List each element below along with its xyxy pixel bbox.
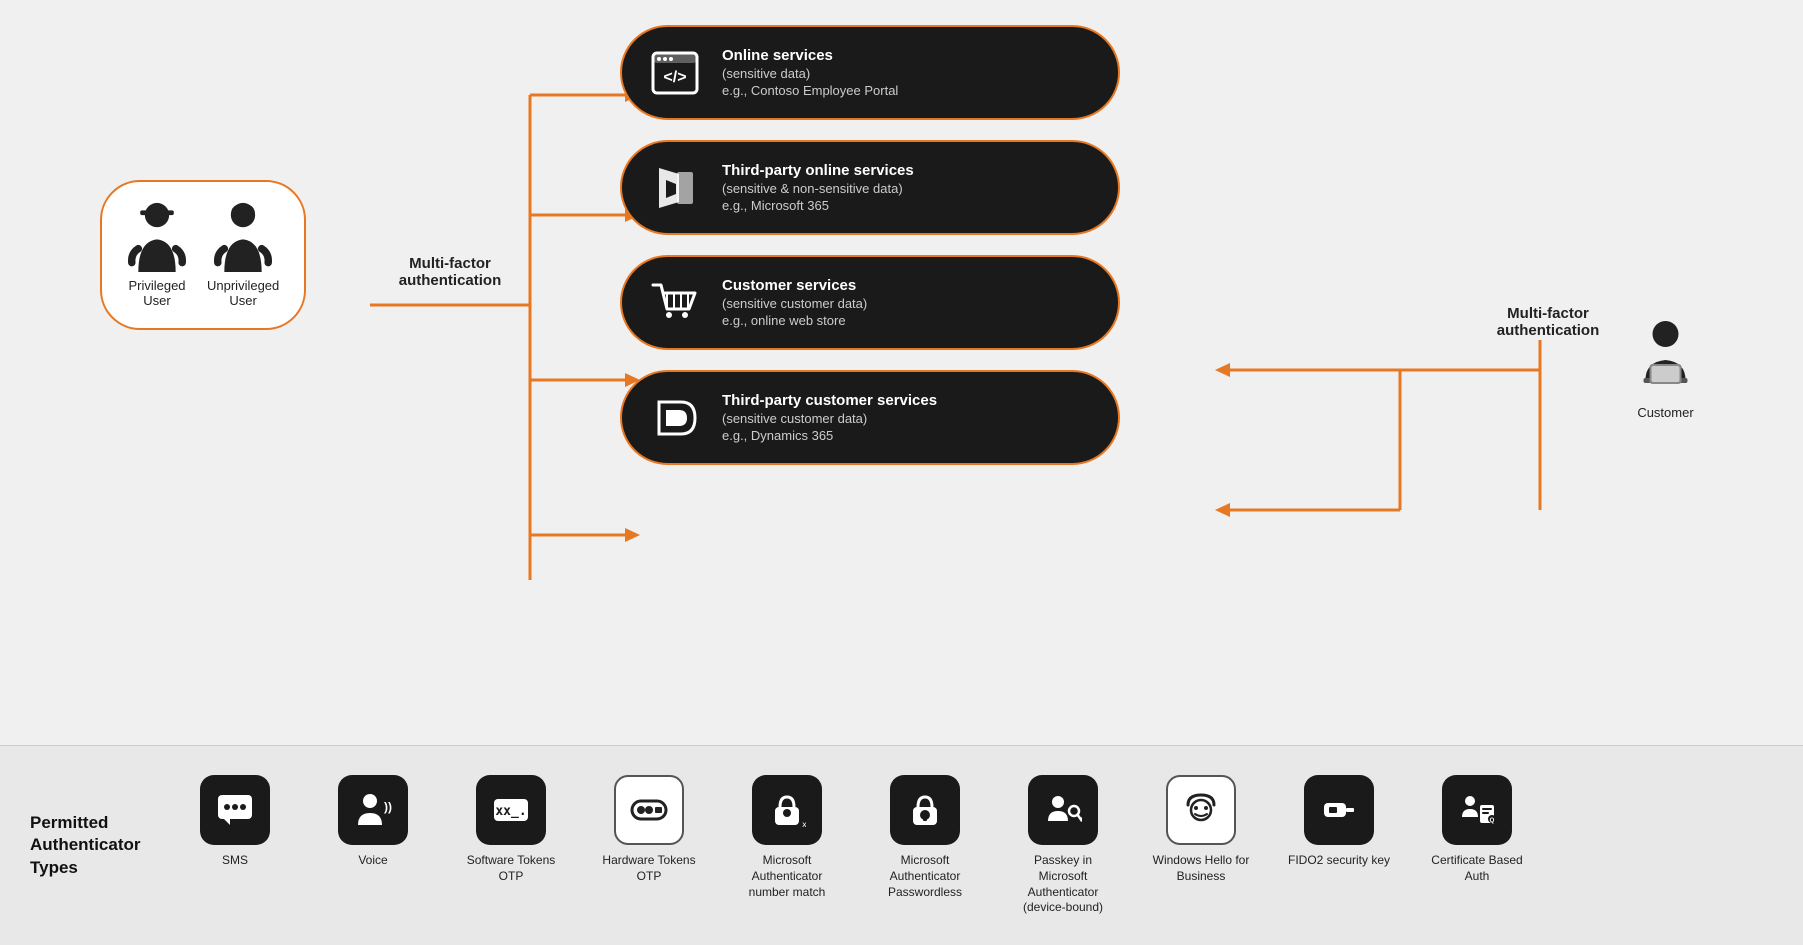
- auth-item-voice: )) Voice: [318, 775, 428, 869]
- services-container: </> Online services (sensitive data) e.g…: [620, 25, 1120, 465]
- auth-section: Permitted Authenticator Types SMS: [0, 745, 1803, 945]
- passkey-label: Passkey in Microsoft Authenticator (devi…: [1008, 853, 1118, 915]
- auth-section-title: Permitted Authenticator Types: [30, 812, 150, 878]
- auth-item-hardware-tokens: Hardware Tokens OTP: [594, 775, 704, 884]
- svg-text:xx_.: xx_.: [495, 804, 526, 819]
- sms-icon: [200, 775, 270, 845]
- service-third-party-online-text: Third-party online services (sensitive &…: [722, 162, 914, 213]
- cart-icon: [647, 275, 702, 330]
- auth-item-cert: Q Certificate Based Auth: [1422, 775, 1532, 884]
- fido2-icon: [1304, 775, 1374, 845]
- fido2-label: FIDO2 security key: [1288, 853, 1390, 869]
- m365-icon: [647, 160, 702, 215]
- auth-item-software-tokens: xx_. Software Tokens OTP: [456, 775, 566, 884]
- auth-item-passkey: Passkey in Microsoft Authenticator (devi…: [1008, 775, 1118, 915]
- service-customer-text: Customer services (sensitive customer da…: [722, 277, 867, 328]
- service-online: </> Online services (sensitive data) e.g…: [620, 25, 1120, 120]
- windows-hello-icon: [1166, 775, 1236, 845]
- service-online-text: Online services (sensitive data) e.g., C…: [722, 47, 898, 98]
- ms-auth-number-label: Microsoft Authenticator number match: [732, 853, 842, 900]
- svg-text:</>: </>: [663, 69, 686, 86]
- auth-item-windows-hello: Windows Hello for Business: [1146, 775, 1256, 884]
- cert-icon: Q: [1442, 775, 1512, 845]
- diagram-section: Privileged User Unprivileged User: [0, 0, 1803, 745]
- sms-label: SMS: [222, 853, 248, 869]
- ms-auth-pw-icon: [890, 775, 960, 845]
- cert-label: Certificate Based Auth: [1422, 853, 1532, 884]
- auth-items-list: SMS )) Voice: [180, 775, 1532, 915]
- code-icon: </>: [647, 45, 702, 100]
- left-arrows: [0, 0, 660, 680]
- software-token-icon: xx_.: [476, 775, 546, 845]
- svg-text:Q: Q: [1490, 818, 1495, 824]
- service-third-party-online: Third-party online services (sensitive &…: [620, 140, 1120, 235]
- service-third-party-customer: Third-party customer services (sensitive…: [620, 370, 1120, 465]
- hardware-token-icon: [614, 775, 684, 845]
- voice-label: Voice: [358, 853, 387, 869]
- auth-item-ms-number: xx_ Microsoft Authenticator number match: [732, 775, 842, 900]
- main-container: Privileged User Unprivileged User: [0, 0, 1803, 945]
- ms-auth-pw-label: Microsoft Authenticator Passwordless: [870, 853, 980, 900]
- software-token-label: Software Tokens OTP: [456, 853, 566, 884]
- passkey-icon: [1028, 775, 1098, 845]
- svg-text:xx_: xx_: [802, 820, 806, 829]
- dynamics-icon: [647, 390, 702, 445]
- auth-item-fido2: FIDO2 security key: [1284, 775, 1394, 869]
- right-arrows: [1100, 0, 1700, 700]
- service-customer: Customer services (sensitive customer da…: [620, 255, 1120, 350]
- windows-hello-label: Windows Hello for Business: [1146, 853, 1256, 884]
- service-third-party-customer-text: Third-party customer services (sensitive…: [722, 392, 937, 443]
- svg-text:)): )): [384, 800, 392, 814]
- ms-auth-number-icon: xx_: [752, 775, 822, 845]
- voice-icon: )): [338, 775, 408, 845]
- hardware-token-label: Hardware Tokens OTP: [594, 853, 704, 884]
- auth-item-sms: SMS: [180, 775, 290, 869]
- auth-item-ms-pw: Microsoft Authenticator Passwordless: [870, 775, 980, 900]
